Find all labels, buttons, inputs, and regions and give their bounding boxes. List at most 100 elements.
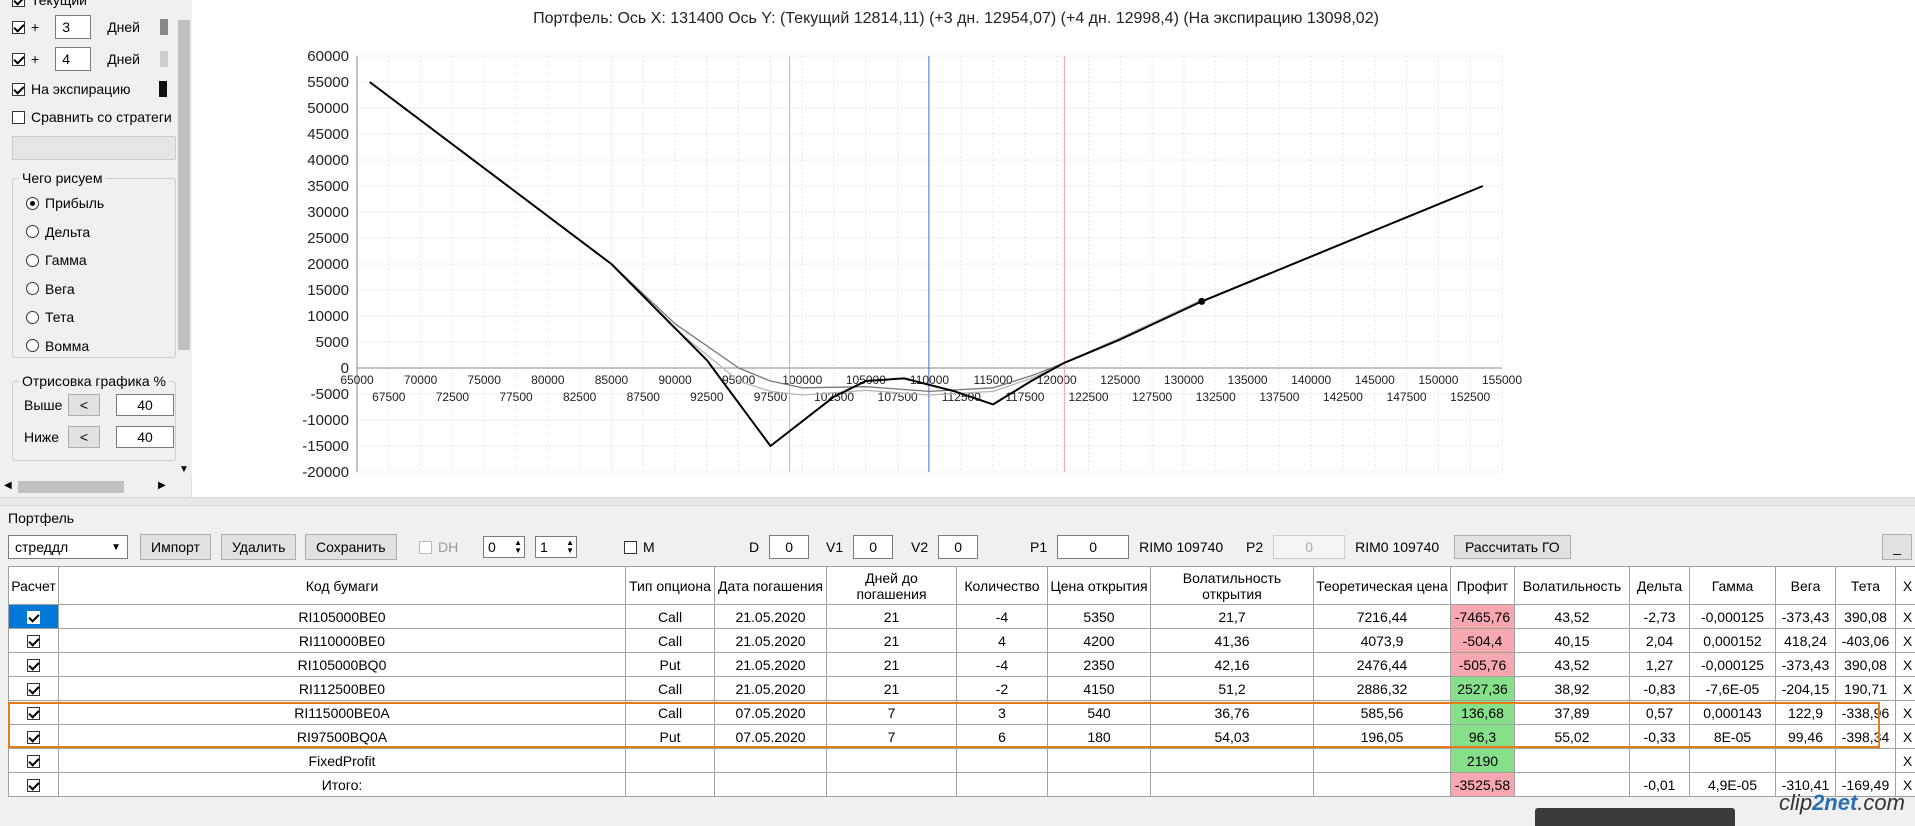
m-checkbox[interactable] bbox=[624, 540, 637, 554]
table-row[interactable]: FixedProfit 2190 X bbox=[8, 748, 1915, 773]
spin-1[interactable]: 0 ▲ ▼ bbox=[483, 532, 525, 562]
dh-checkbox[interactable] bbox=[419, 540, 432, 554]
scroll-left-icon[interactable]: ◀ bbox=[4, 480, 12, 491]
calc-checkbox[interactable] bbox=[27, 635, 40, 649]
calc-cell[interactable] bbox=[8, 700, 59, 725]
scroll-thumb[interactable] bbox=[178, 20, 190, 350]
table-row[interactable]: RI112500BE0 Call 21.05.2020 21 -2 4150 51,2 288… bbox=[8, 676, 1915, 701]
spin-arrows-icon[interactable]: ▲ ▼ bbox=[566, 539, 574, 555]
calc-cell[interactable] bbox=[8, 724, 59, 749]
sidebar-horizontal-scrollbar[interactable]: ◀ ▶ bbox=[0, 477, 176, 497]
plus-days-input-2[interactable]: 4 bbox=[55, 47, 92, 71]
scroll-thumb[interactable] bbox=[18, 481, 124, 493]
calc-cell[interactable] bbox=[8, 676, 59, 701]
calc-cell[interactable] bbox=[8, 652, 59, 677]
draw-option-radio[interactable] bbox=[26, 253, 39, 267]
calc-checkbox[interactable] bbox=[27, 683, 40, 697]
draw-option-radio[interactable] bbox=[26, 196, 39, 210]
draw-option-2[interactable]: Гамма bbox=[26, 252, 87, 268]
delete-button[interactable]: Удалить bbox=[221, 534, 297, 560]
current-row[interactable]: Текущий bbox=[12, 0, 87, 8]
column-header-11[interactable]: Дельта bbox=[1629, 566, 1690, 605]
calc-cell[interactable] bbox=[8, 628, 59, 653]
expiry-checkbox[interactable] bbox=[12, 82, 25, 96]
column-header-14[interactable]: Тета bbox=[1835, 566, 1896, 605]
table-row[interactable]: RI105000BE0 Call 21.05.2020 21 -4 5350 21,7 721… bbox=[8, 604, 1915, 629]
current-checkbox[interactable] bbox=[12, 0, 25, 7]
table-row[interactable]: RI110000BE0 Call 21.05.2020 21 4 4200 41,36 407… bbox=[8, 628, 1915, 653]
delete-row-button[interactable]: X bbox=[1895, 724, 1915, 749]
delete-row-button[interactable]: X bbox=[1895, 676, 1915, 701]
draw-option-0[interactable]: Прибыль bbox=[26, 195, 104, 211]
draw-option-4[interactable]: Тета bbox=[26, 309, 74, 325]
d-input[interactable]: 0 bbox=[769, 535, 810, 559]
minimize-button[interactable]: _ bbox=[1882, 534, 1912, 560]
calc-checkbox[interactable] bbox=[27, 707, 40, 721]
calc-cell[interactable] bbox=[8, 604, 59, 629]
calc-checkbox[interactable] bbox=[27, 779, 40, 793]
panel-splitter[interactable] bbox=[0, 497, 1915, 506]
column-header-4[interactable]: Дней до погашения bbox=[826, 566, 957, 605]
calc-checkbox[interactable] bbox=[27, 611, 40, 625]
column-header-7[interactable]: Волатильность открытия bbox=[1150, 566, 1314, 605]
p1-input[interactable]: 0 bbox=[1057, 535, 1130, 559]
v1-input[interactable]: 0 bbox=[853, 535, 894, 559]
column-header-6[interactable]: Цена открытия bbox=[1047, 566, 1151, 605]
strategy-select[interactable]: стреддл ▼ bbox=[8, 532, 128, 562]
calc-checkbox[interactable] bbox=[27, 755, 40, 769]
column-header-2[interactable]: Тип опциона bbox=[625, 566, 715, 605]
spin-2[interactable]: 1 ▲ ▼ bbox=[535, 532, 577, 562]
plus-days-input-1[interactable]: 3 bbox=[55, 15, 92, 39]
draw-option-5[interactable]: Вомма bbox=[26, 338, 89, 354]
calc-checkbox[interactable] bbox=[27, 731, 40, 745]
draw-option-radio[interactable] bbox=[26, 339, 39, 352]
delete-row-button[interactable]: X bbox=[1895, 652, 1915, 677]
scroll-down-icon[interactable]: ▼ bbox=[179, 464, 189, 475]
delete-row-button[interactable]: X bbox=[1895, 748, 1915, 773]
y-tick-label: 25000 bbox=[307, 230, 349, 247]
table-row[interactable]: RI115000BE0A Call 07.05.2020 7 3 540 36,76 585,… bbox=[8, 700, 1915, 725]
below-decrease-button[interactable]: < bbox=[68, 426, 100, 448]
delete-row-button[interactable]: X bbox=[1895, 604, 1915, 629]
table-row[interactable]: Итого: -3525,58 -0,01 4,9E-05 -310,41 -169,49… bbox=[8, 772, 1915, 797]
compare-checkbox[interactable] bbox=[12, 110, 25, 124]
calc-cell[interactable] bbox=[8, 772, 59, 797]
table-row[interactable]: RI97500BQ0A Put 07.05.2020 7 6 180 54,03 196,05… bbox=[8, 724, 1915, 749]
save-button[interactable]: Сохранить bbox=[305, 534, 397, 560]
compare-strategy-combo[interactable] bbox=[12, 136, 176, 160]
import-button[interactable]: Импорт bbox=[140, 534, 211, 560]
draw-option-3[interactable]: Вега bbox=[26, 281, 75, 297]
column-header-15[interactable]: X bbox=[1895, 566, 1915, 605]
plus-days-checkbox-1[interactable] bbox=[12, 20, 25, 34]
plus-days-checkbox-2[interactable] bbox=[12, 52, 25, 66]
v2-input[interactable]: 0 bbox=[938, 535, 979, 559]
calc-cell[interactable] bbox=[8, 748, 59, 773]
column-header-0[interactable]: Расчет bbox=[8, 566, 59, 605]
p2-input[interactable]: 0 bbox=[1273, 535, 1346, 559]
draw-option-radio[interactable] bbox=[26, 225, 39, 238]
draw-option-radio[interactable] bbox=[26, 310, 39, 324]
chevron-down-icon[interactable]: ▼ bbox=[111, 542, 121, 553]
draw-option-1[interactable]: Дельта bbox=[26, 224, 90, 240]
column-header-12[interactable]: Гамма bbox=[1689, 566, 1776, 605]
column-header-3[interactable]: Дата погашения bbox=[714, 566, 827, 605]
column-header-10[interactable]: Волатильность bbox=[1514, 566, 1630, 605]
column-header-1[interactable]: Код бумаги bbox=[58, 566, 626, 605]
table-row[interactable]: RI105000BQ0 Put 21.05.2020 21 -4 2350 42,16 247… bbox=[8, 652, 1915, 677]
column-header-9[interactable]: Профит bbox=[1450, 566, 1515, 605]
column-header-8[interactable]: Теоретическая цена bbox=[1313, 566, 1451, 605]
draw-option-radio[interactable] bbox=[26, 282, 39, 295]
below-input[interactable]: 40 bbox=[116, 426, 174, 448]
column-header-5[interactable]: Количество bbox=[956, 566, 1048, 605]
sidebar-vertical-scrollbar[interactable]: ▼ bbox=[176, 0, 192, 477]
spin-arrows-icon[interactable]: ▲ ▼ bbox=[514, 539, 522, 555]
calc-checkbox[interactable] bbox=[27, 659, 40, 673]
calc-go-button[interactable]: Рассчитать ГО bbox=[1454, 535, 1571, 559]
scroll-right-icon[interactable]: ▶ bbox=[158, 480, 166, 491]
above-decrease-button[interactable]: < bbox=[68, 394, 100, 416]
column-header-13[interactable]: Вега bbox=[1775, 566, 1836, 605]
delete-row-button[interactable]: X bbox=[1895, 628, 1915, 653]
above-input[interactable]: 40 bbox=[116, 394, 174, 416]
payoff-chart[interactable]: Портфель: Ось X: 131400 Ось Y: (Текущий … bbox=[192, 0, 1915, 497]
delete-row-button[interactable]: X bbox=[1895, 700, 1915, 725]
